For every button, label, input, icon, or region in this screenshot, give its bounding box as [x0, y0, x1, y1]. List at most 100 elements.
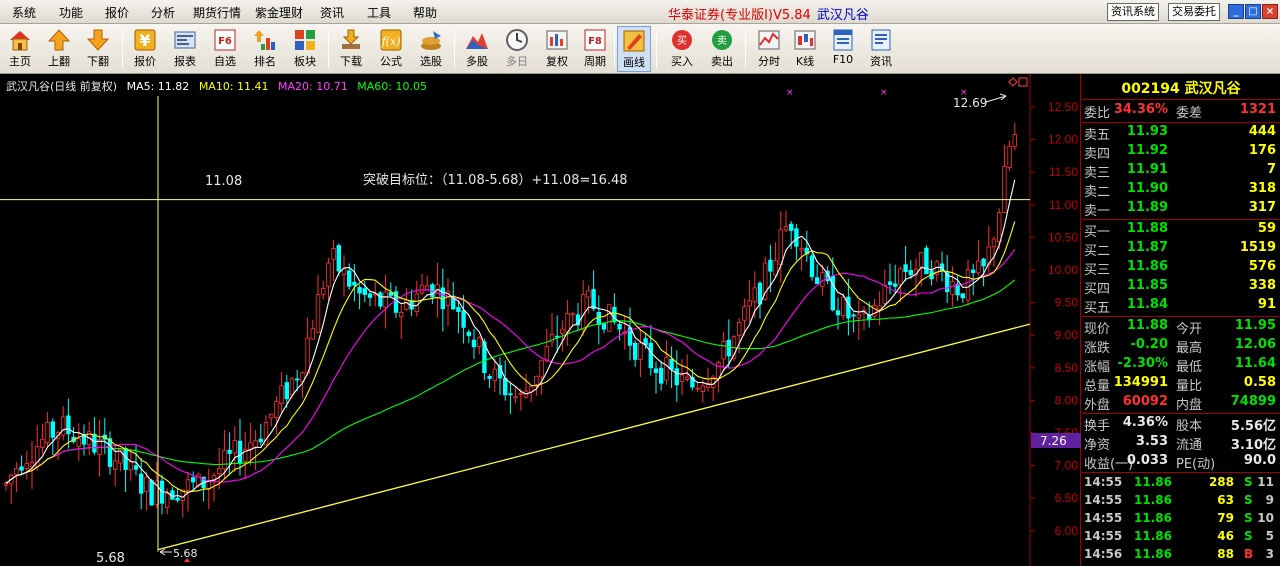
menu-tools[interactable]: 工具	[367, 4, 391, 21]
toolbar-multi-day-button[interactable]: 多日	[499, 26, 535, 72]
toolbar-formula-button[interactable]: f(x) 公式	[373, 26, 409, 72]
stat-label: 今开	[1176, 322, 1203, 337]
toolbar-sell-button[interactable]: 卖 卖出	[704, 26, 740, 72]
ma5-line	[5, 179, 1016, 498]
y-axis-label: 9.50	[1055, 296, 1079, 310]
toolbar-home-button[interactable]: 主页	[2, 26, 38, 72]
candle-body	[565, 312, 570, 333]
menu-function[interactable]: 功能	[59, 4, 83, 21]
candle-body	[76, 438, 81, 447]
yen-icon: ¥	[134, 29, 156, 51]
stat-row: 总量 134991 量比 0.58	[1082, 375, 1280, 394]
menu-wealth[interactable]: 紫金理财	[255, 4, 303, 21]
news-system-button[interactable]: 资讯系统	[1107, 3, 1159, 21]
minimize-button[interactable]: _	[1228, 4, 1244, 19]
toolbar-draw-line-button[interactable]: 画线	[617, 26, 651, 72]
sector-icon	[295, 30, 315, 50]
ask-row[interactable]: 卖二 11.90 318	[1082, 181, 1280, 200]
toolbar-download-button[interactable]: 下载	[333, 26, 369, 72]
toolbar-page-down-button[interactable]: 下翻	[80, 26, 116, 72]
toolbar-report-button[interactable]: 报表	[167, 26, 203, 72]
bid-row[interactable]: 买四 11.85 338	[1082, 278, 1280, 297]
toolbar-adjust-button[interactable]: 复权	[539, 26, 575, 72]
toolbar-stock-pick-label: 选股	[420, 55, 442, 68]
stat-value: 11.95	[1234, 318, 1276, 333]
bid-volume: 59	[1257, 221, 1276, 236]
y-axis-label: 9.00	[1055, 328, 1079, 342]
toolbar-sector-button[interactable]: 板块	[287, 26, 323, 72]
candle-body	[835, 310, 841, 316]
candle-body	[924, 247, 929, 275]
trade-order-button[interactable]: 交易委托	[1168, 3, 1220, 21]
divider	[1082, 316, 1280, 317]
ask-row[interactable]: 卖一 11.89 317	[1082, 200, 1280, 219]
bid-volume: 576	[1248, 259, 1276, 274]
candle-body	[331, 248, 336, 260]
candle-body	[898, 268, 903, 285]
kline-chart[interactable]: 12.50 12.00 11.50 11.00 10.50 10.00 9.50 9.00 8.…	[0, 74, 1081, 566]
toolbar-f10-button[interactable]: F10	[825, 26, 861, 72]
svg-text:买: 买	[677, 35, 687, 47]
toolbar-stock-pick-button[interactable]: 选股	[413, 26, 449, 72]
close-button[interactable]: ×	[1262, 4, 1278, 19]
candle-body	[310, 328, 315, 340]
ask-row[interactable]: 卖五 11.93 444	[1082, 124, 1280, 143]
candle-body	[138, 473, 144, 494]
toolbar-separator	[122, 30, 123, 68]
toolbar-news-label: 资讯	[870, 55, 892, 68]
ask-row[interactable]: 卖四 11.92 176	[1082, 143, 1280, 162]
candle-body	[133, 465, 139, 470]
candle-body	[607, 304, 612, 332]
restore-button[interactable]: □	[1245, 4, 1261, 19]
toolbar-quote-button[interactable]: ¥ 报价	[127, 26, 163, 72]
toolbar-intraday-button[interactable]: 分时	[751, 26, 787, 72]
arrow-down-icon	[86, 29, 110, 51]
candle-body	[461, 310, 466, 328]
bid-row[interactable]: 买一 11.88 59	[1082, 221, 1280, 240]
ask-row[interactable]: 卖三 11.91 7	[1082, 162, 1280, 181]
candle-body	[747, 300, 752, 307]
toolbar-ranking-button[interactable]: 排名	[247, 26, 283, 72]
candle-body	[544, 346, 549, 362]
candle-body	[336, 245, 341, 272]
candle-body	[185, 479, 191, 491]
y-axis-label: 6.50	[1055, 491, 1079, 505]
candle-body	[383, 291, 388, 308]
toolbar-page-up-button[interactable]: 上翻	[41, 26, 77, 72]
toolbar-separator	[656, 30, 657, 68]
bid-row[interactable]: 买五 11.84 91	[1082, 297, 1280, 316]
candle-body	[24, 463, 29, 469]
cursor-value-label: 7.26	[1040, 434, 1067, 448]
bid-level-label: 买二	[1084, 244, 1111, 259]
stat-value: 0.58	[1243, 375, 1276, 390]
kline-chart-canvas[interactable]: 12.50 12.00 11.50 11.00 10.50 10.00 9.50 9.00 8.…	[0, 74, 1081, 566]
menu-help[interactable]: 帮助	[413, 4, 437, 21]
toolbar-watchlist-button[interactable]: F6 自选	[207, 26, 243, 72]
toolbar-period-button[interactable]: F8 周期	[577, 26, 613, 72]
candle-body	[14, 468, 19, 475]
candle-body	[633, 342, 638, 360]
toolbar-news-button[interactable]: 资讯	[863, 26, 899, 72]
bid-row[interactable]: 买三 11.86 576	[1082, 259, 1280, 278]
menu-news[interactable]: 资讯	[320, 4, 344, 21]
bid-row[interactable]: 买二 11.87 1519	[1082, 240, 1280, 259]
menu-quote[interactable]: 报价	[105, 4, 129, 21]
toolbar-kline-button[interactable]: K线	[787, 26, 823, 72]
menu-analysis[interactable]: 分析	[151, 4, 175, 21]
menu-futures[interactable]: 期货行情	[193, 4, 241, 21]
tick-volume: 88	[1217, 547, 1234, 561]
toolbar-buy-button[interactable]: 买 买入	[664, 26, 700, 72]
chart-marker: ×	[960, 88, 968, 98]
svg-text:F8: F8	[588, 36, 602, 47]
tick-volume: 63	[1217, 493, 1234, 507]
candle-body	[378, 292, 383, 307]
ask-level-label: 卖三	[1084, 166, 1111, 181]
toolbar-multi-stock-button[interactable]: 多股	[459, 26, 495, 72]
menu-system[interactable]: 系统	[12, 4, 36, 21]
candle-body	[976, 260, 981, 274]
candle-body	[997, 212, 1002, 243]
y-axis-label: 11.00	[1049, 198, 1078, 212]
candle-body	[284, 382, 289, 400]
ask-level-label: 卖五	[1084, 128, 1111, 143]
toolbar-download-label: 下载	[340, 55, 362, 68]
